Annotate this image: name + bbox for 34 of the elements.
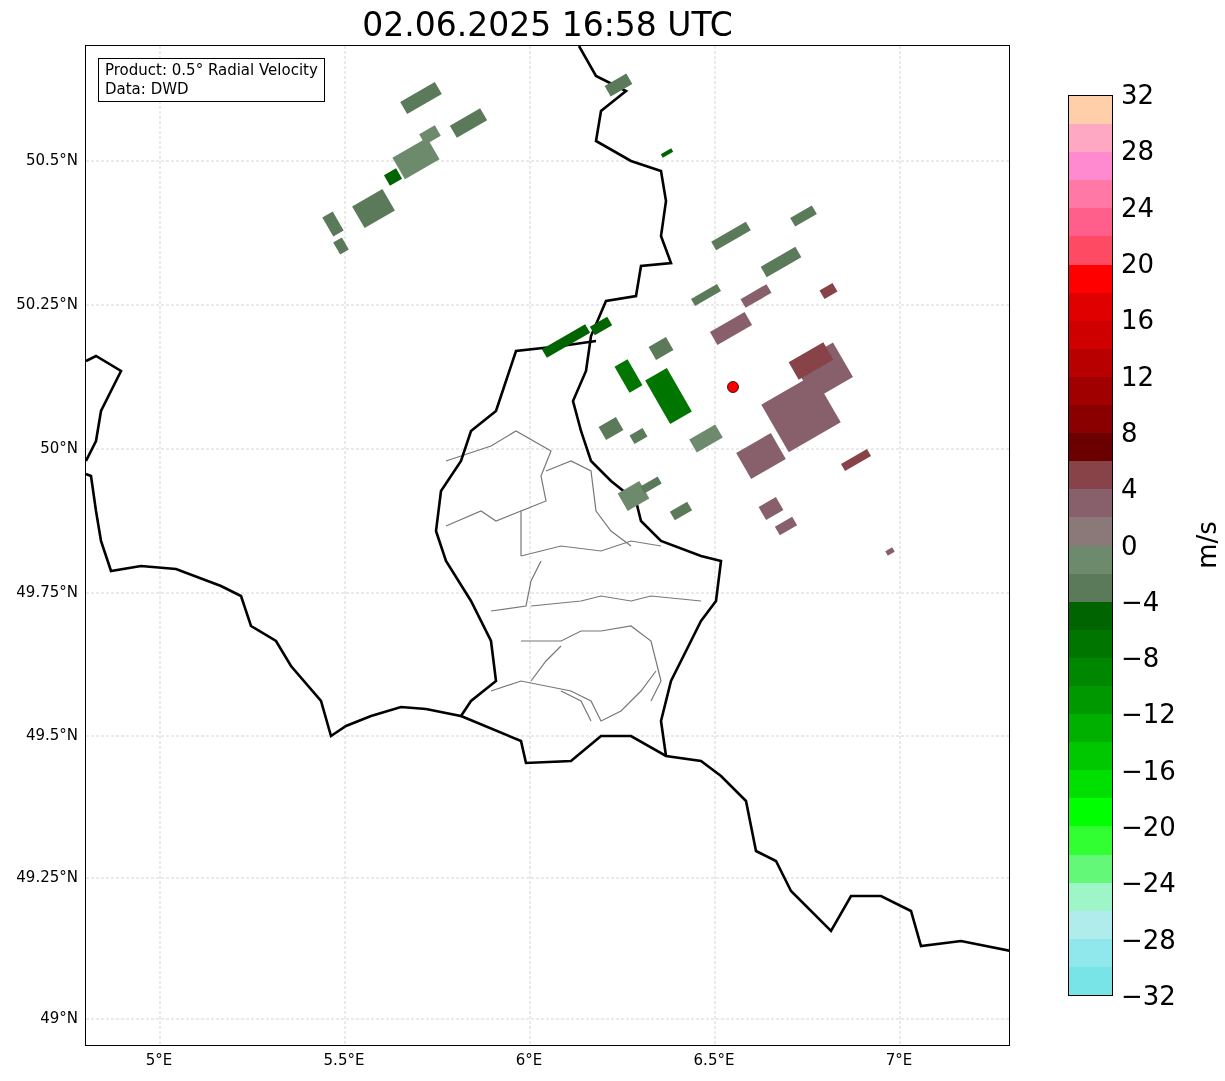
- colorbar-tick-label: −24: [1121, 868, 1176, 899]
- legend-text: Product: 0.5° Radial Velocity: [105, 61, 318, 80]
- longitude-label: 6.5°E: [693, 1051, 735, 1069]
- colorbar-tick-label: −4: [1121, 586, 1160, 617]
- colorbar-tick-label: 20: [1121, 248, 1155, 279]
- latitude-label: 49.75°N: [16, 583, 78, 601]
- latitude-label: 50.5°N: [25, 151, 78, 169]
- colorbar-tick-label: −20: [1121, 812, 1176, 843]
- colorbar-tick-label: 16: [1121, 305, 1155, 336]
- longitude-label: 6°E: [515, 1051, 543, 1069]
- colorbar-tick-label: 12: [1121, 361, 1155, 392]
- latitude-label: 50°N: [40, 439, 78, 457]
- colorbar-unit-label: m/s: [1191, 521, 1222, 569]
- colorbar-tick-label: 0: [1121, 530, 1138, 561]
- latitude-label: 49°N: [40, 1009, 78, 1027]
- latitude-label: 50.25°N: [16, 295, 78, 313]
- longitude-label: 7°E: [885, 1051, 913, 1069]
- colorbar-tick-label: 28: [1121, 136, 1155, 167]
- legend-text: Data: DWD: [105, 80, 190, 99]
- colorbar-tick-label: 8: [1121, 417, 1138, 448]
- chart-title: 02.06.2025 16:58 UTC: [362, 5, 733, 45]
- radar-site-marker: [727, 381, 739, 393]
- latitude-label: 49.5°N: [25, 726, 78, 744]
- latitude-label: 49.25°N: [16, 868, 78, 886]
- longitude-label: 5°E: [145, 1051, 173, 1069]
- longitude-label: 5.5°E: [323, 1051, 365, 1069]
- colorbar-tick-label: 24: [1121, 192, 1155, 223]
- colorbar-tick-label: −8: [1121, 643, 1160, 674]
- colorbar-tick-label: −16: [1121, 755, 1176, 786]
- colorbar-tick-label: −28: [1121, 924, 1176, 955]
- colorbar-tick-label: 32: [1121, 80, 1155, 110]
- colorbar-tick-label: −12: [1121, 699, 1176, 730]
- colorbar-tick-label: 4: [1121, 474, 1138, 505]
- colorbar-tick-label: −32: [1121, 981, 1176, 1011]
